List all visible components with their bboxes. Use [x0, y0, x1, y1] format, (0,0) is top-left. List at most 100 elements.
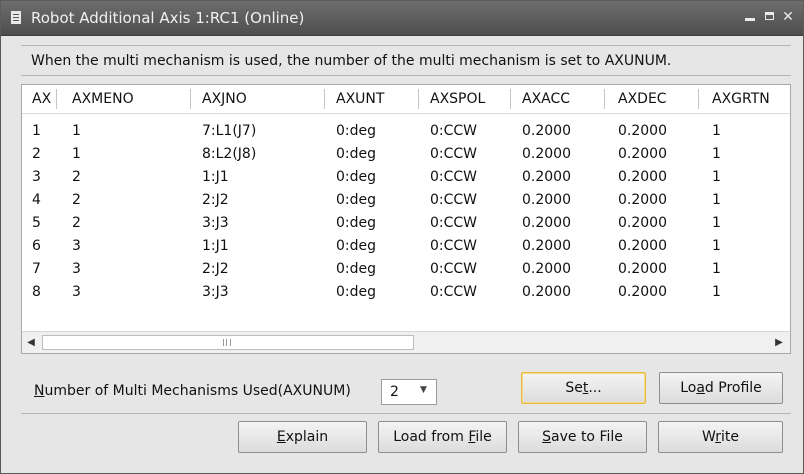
- table-cell-axmeno[interactable]: 1: [72, 120, 81, 143]
- col-header-axjno[interactable]: AXJNO: [202, 85, 247, 113]
- table-cell-axgrtn[interactable]: 1: [712, 235, 721, 258]
- column-divider[interactable]: [698, 89, 699, 109]
- axunum-select[interactable]: 2 ▼: [381, 379, 437, 405]
- table-cell-ax[interactable]: 1: [32, 120, 41, 143]
- table-cell-axacc[interactable]: 0.2000: [522, 212, 571, 235]
- table-cell-axacc[interactable]: 0.2000: [522, 281, 571, 304]
- table-cell-axmeno[interactable]: 1: [72, 143, 81, 166]
- table-cell-ax[interactable]: 2: [32, 143, 41, 166]
- table-cell-axdec[interactable]: 0.2000: [618, 281, 667, 304]
- col-header-axdec[interactable]: AXDEC: [618, 85, 667, 113]
- table-row[interactable]: 7 3 2:J2 0:deg 0:CCW 0.2000 0.2000 1: [22, 258, 790, 281]
- table-cell-axunt[interactable]: 0:deg: [336, 281, 376, 304]
- table-cell-axgrtn[interactable]: 1: [712, 143, 721, 166]
- column-divider[interactable]: [604, 89, 605, 109]
- table-cell-axgrtn[interactable]: 1: [712, 212, 721, 235]
- table-row[interactable]: 2 1 8:L2(J8) 0:deg 0:CCW 0.2000 0.2000 1: [22, 143, 790, 166]
- load-profile-button[interactable]: Load Profile: [659, 372, 783, 404]
- table-cell-axspol[interactable]: 0:CCW: [430, 258, 477, 281]
- set-button[interactable]: Set...: [521, 372, 646, 404]
- table-cell-axgrtn[interactable]: 1: [712, 166, 721, 189]
- table-cell-axacc[interactable]: 0.2000: [522, 189, 571, 212]
- arrow-right-icon[interactable]: ▶: [772, 335, 786, 351]
- table-row[interactable]: 6 3 1:J1 0:deg 0:CCW 0.2000 0.2000 1: [22, 235, 790, 258]
- table-cell-axspol[interactable]: 0:CCW: [430, 120, 477, 143]
- save-to-file-button[interactable]: Save to File: [518, 421, 647, 453]
- table-cell-axunt[interactable]: 0:deg: [336, 235, 376, 258]
- col-header-axspol[interactable]: AXSPOL: [430, 85, 485, 113]
- axis-table[interactable]: AX AXMENO AXJNO AXUNT AXSPOL AXACC AXDEC…: [21, 84, 791, 354]
- col-header-axunt[interactable]: AXUNT: [336, 85, 384, 113]
- table-cell-axunt[interactable]: 0:deg: [336, 120, 376, 143]
- col-header-axacc[interactable]: AXACC: [522, 85, 570, 113]
- table-cell-axacc[interactable]: 0.2000: [522, 235, 571, 258]
- table-cell-axmeno[interactable]: 3: [72, 235, 81, 258]
- table-cell-axdec[interactable]: 0.2000: [618, 212, 667, 235]
- table-cell-axdec[interactable]: 0.2000: [618, 189, 667, 212]
- table-cell-axspol[interactable]: 0:CCW: [430, 212, 477, 235]
- table-cell-axacc[interactable]: 0.2000: [522, 120, 571, 143]
- table-cell-axgrtn[interactable]: 1: [712, 189, 721, 212]
- table-cell-axmeno[interactable]: 2: [72, 212, 81, 235]
- table-cell-axjno[interactable]: 3:J3: [202, 281, 229, 304]
- table-cell-axjno[interactable]: 1:J1: [202, 166, 229, 189]
- table-cell-axspol[interactable]: 0:CCW: [430, 189, 477, 212]
- table-cell-axspol[interactable]: 0:CCW: [430, 281, 477, 304]
- column-divider[interactable]: [56, 89, 57, 109]
- table-cell-axjno[interactable]: 7:L1(J7): [202, 120, 256, 143]
- table-cell-axgrtn[interactable]: 1: [712, 281, 721, 304]
- table-cell-axunt[interactable]: 0:deg: [336, 166, 376, 189]
- table-cell-axjno[interactable]: 1:J1: [202, 235, 229, 258]
- table-cell-axdec[interactable]: 0.2000: [618, 120, 667, 143]
- horizontal-scrollbar[interactable]: ◀ ▶: [22, 331, 790, 353]
- table-cell-axdec[interactable]: 0.2000: [618, 235, 667, 258]
- table-cell-axdec[interactable]: 0.2000: [618, 166, 667, 189]
- table-row[interactable]: 3 2 1:J1 0:deg 0:CCW 0.2000 0.2000 1: [22, 166, 790, 189]
- table-cell-axunt[interactable]: 0:deg: [336, 212, 376, 235]
- table-row[interactable]: 4 2 2:J2 0:deg 0:CCW 0.2000 0.2000 1: [22, 189, 790, 212]
- table-cell-axacc[interactable]: 0.2000: [522, 166, 571, 189]
- table-cell-axacc[interactable]: 0.2000: [522, 258, 571, 281]
- column-divider[interactable]: [190, 89, 191, 109]
- explain-button[interactable]: Explain: [238, 421, 367, 453]
- table-cell-ax[interactable]: 8: [32, 281, 41, 304]
- table-cell-axspol[interactable]: 0:CCW: [430, 166, 477, 189]
- table-cell-axunt[interactable]: 0:deg: [336, 189, 376, 212]
- table-cell-axmeno[interactable]: 2: [72, 166, 81, 189]
- table-row[interactable]: 1 1 7:L1(J7) 0:deg 0:CCW 0.2000 0.2000 1: [22, 120, 790, 143]
- column-divider[interactable]: [418, 89, 419, 109]
- column-divider[interactable]: [510, 89, 511, 109]
- table-cell-ax[interactable]: 4: [32, 189, 41, 212]
- table-cell-axjno[interactable]: 2:J2: [202, 189, 229, 212]
- title-bar[interactable]: Robot Additional Axis 1:RC1 (Online) ✕: [1, 1, 803, 36]
- col-header-axgrtn[interactable]: AXGRTN: [712, 85, 770, 113]
- table-cell-axacc[interactable]: 0.2000: [522, 143, 571, 166]
- load-from-file-button[interactable]: Load from File: [378, 421, 507, 453]
- table-cell-axdec[interactable]: 0.2000: [618, 258, 667, 281]
- table-row[interactable]: 5 2 3:J3 0:deg 0:CCW 0.2000 0.2000 1: [22, 212, 790, 235]
- scrollbar-thumb[interactable]: [42, 335, 414, 350]
- table-cell-axspol[interactable]: 0:CCW: [430, 143, 477, 166]
- table-cell-ax[interactable]: 5: [32, 212, 41, 235]
- write-button[interactable]: Write: [658, 421, 783, 453]
- table-cell-axmeno[interactable]: 3: [72, 258, 81, 281]
- table-cell-axgrtn[interactable]: 1: [712, 258, 721, 281]
- table-cell-axmeno[interactable]: 3: [72, 281, 81, 304]
- close-icon[interactable]: ✕: [779, 9, 797, 25]
- table-cell-axjno[interactable]: 8:L2(J8): [202, 143, 256, 166]
- table-row[interactable]: 8 3 3:J3 0:deg 0:CCW 0.2000 0.2000 1: [22, 281, 790, 304]
- table-cell-axjno[interactable]: 3:J3: [202, 212, 229, 235]
- table-cell-ax[interactable]: 6: [32, 235, 41, 258]
- column-divider[interactable]: [324, 89, 325, 109]
- table-cell-ax[interactable]: 3: [32, 166, 41, 189]
- table-cell-ax[interactable]: 7: [32, 258, 41, 281]
- table-cell-axdec[interactable]: 0.2000: [618, 143, 667, 166]
- table-cell-axmeno[interactable]: 2: [72, 189, 81, 212]
- col-header-ax[interactable]: AX: [32, 85, 51, 113]
- table-cell-axspol[interactable]: 0:CCW: [430, 235, 477, 258]
- col-header-axmeno[interactable]: AXMENO: [72, 85, 134, 113]
- table-cell-axunt[interactable]: 0:deg: [336, 143, 376, 166]
- table-cell-axgrtn[interactable]: 1: [712, 120, 721, 143]
- chevron-down-icon[interactable]: ▼: [420, 385, 427, 395]
- table-cell-axunt[interactable]: 0:deg: [336, 258, 376, 281]
